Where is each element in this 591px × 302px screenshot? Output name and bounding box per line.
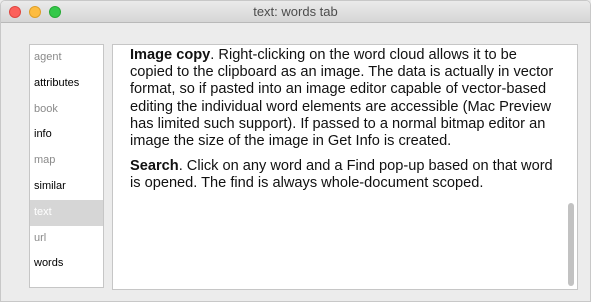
tab-text[interactable]: text	[30, 199, 103, 226]
tab-similar[interactable]: similar	[30, 174, 103, 200]
tab-url[interactable]: url	[30, 226, 103, 252]
tab-agent[interactable]: agent	[30, 45, 103, 71]
text-panel[interactable]: Image copy. Right-clicking on the word c…	[112, 44, 578, 290]
window-title: text: words tab	[253, 4, 338, 19]
vertical-scrollbar[interactable]	[568, 203, 574, 286]
tab-info[interactable]: info	[30, 122, 103, 148]
tab-attributes[interactable]: attributes	[30, 71, 103, 97]
title-bar[interactable]: text: words tab	[1, 1, 590, 23]
tab-words[interactable]: words	[30, 251, 103, 277]
paragraph-search: Search. Click on any word and a Find pop…	[130, 158, 556, 192]
paragraph-image-copy: Image copy. Right-clicking on the word c…	[130, 47, 556, 150]
paragraph-heading: Image copy	[130, 47, 211, 63]
paragraph-body: . Click on any word and a Find pop-up ba…	[130, 158, 553, 192]
text-content: Image copy. Right-clicking on the word c…	[130, 47, 556, 201]
paragraph-heading: Search	[130, 158, 179, 175]
tab-map[interactable]: map	[30, 148, 103, 174]
main-window: text: words tab agent attributes book in…	[0, 0, 591, 302]
tab-list: agent attributes book info map similar t…	[29, 44, 104, 288]
tab-book[interactable]: book	[30, 97, 103, 123]
